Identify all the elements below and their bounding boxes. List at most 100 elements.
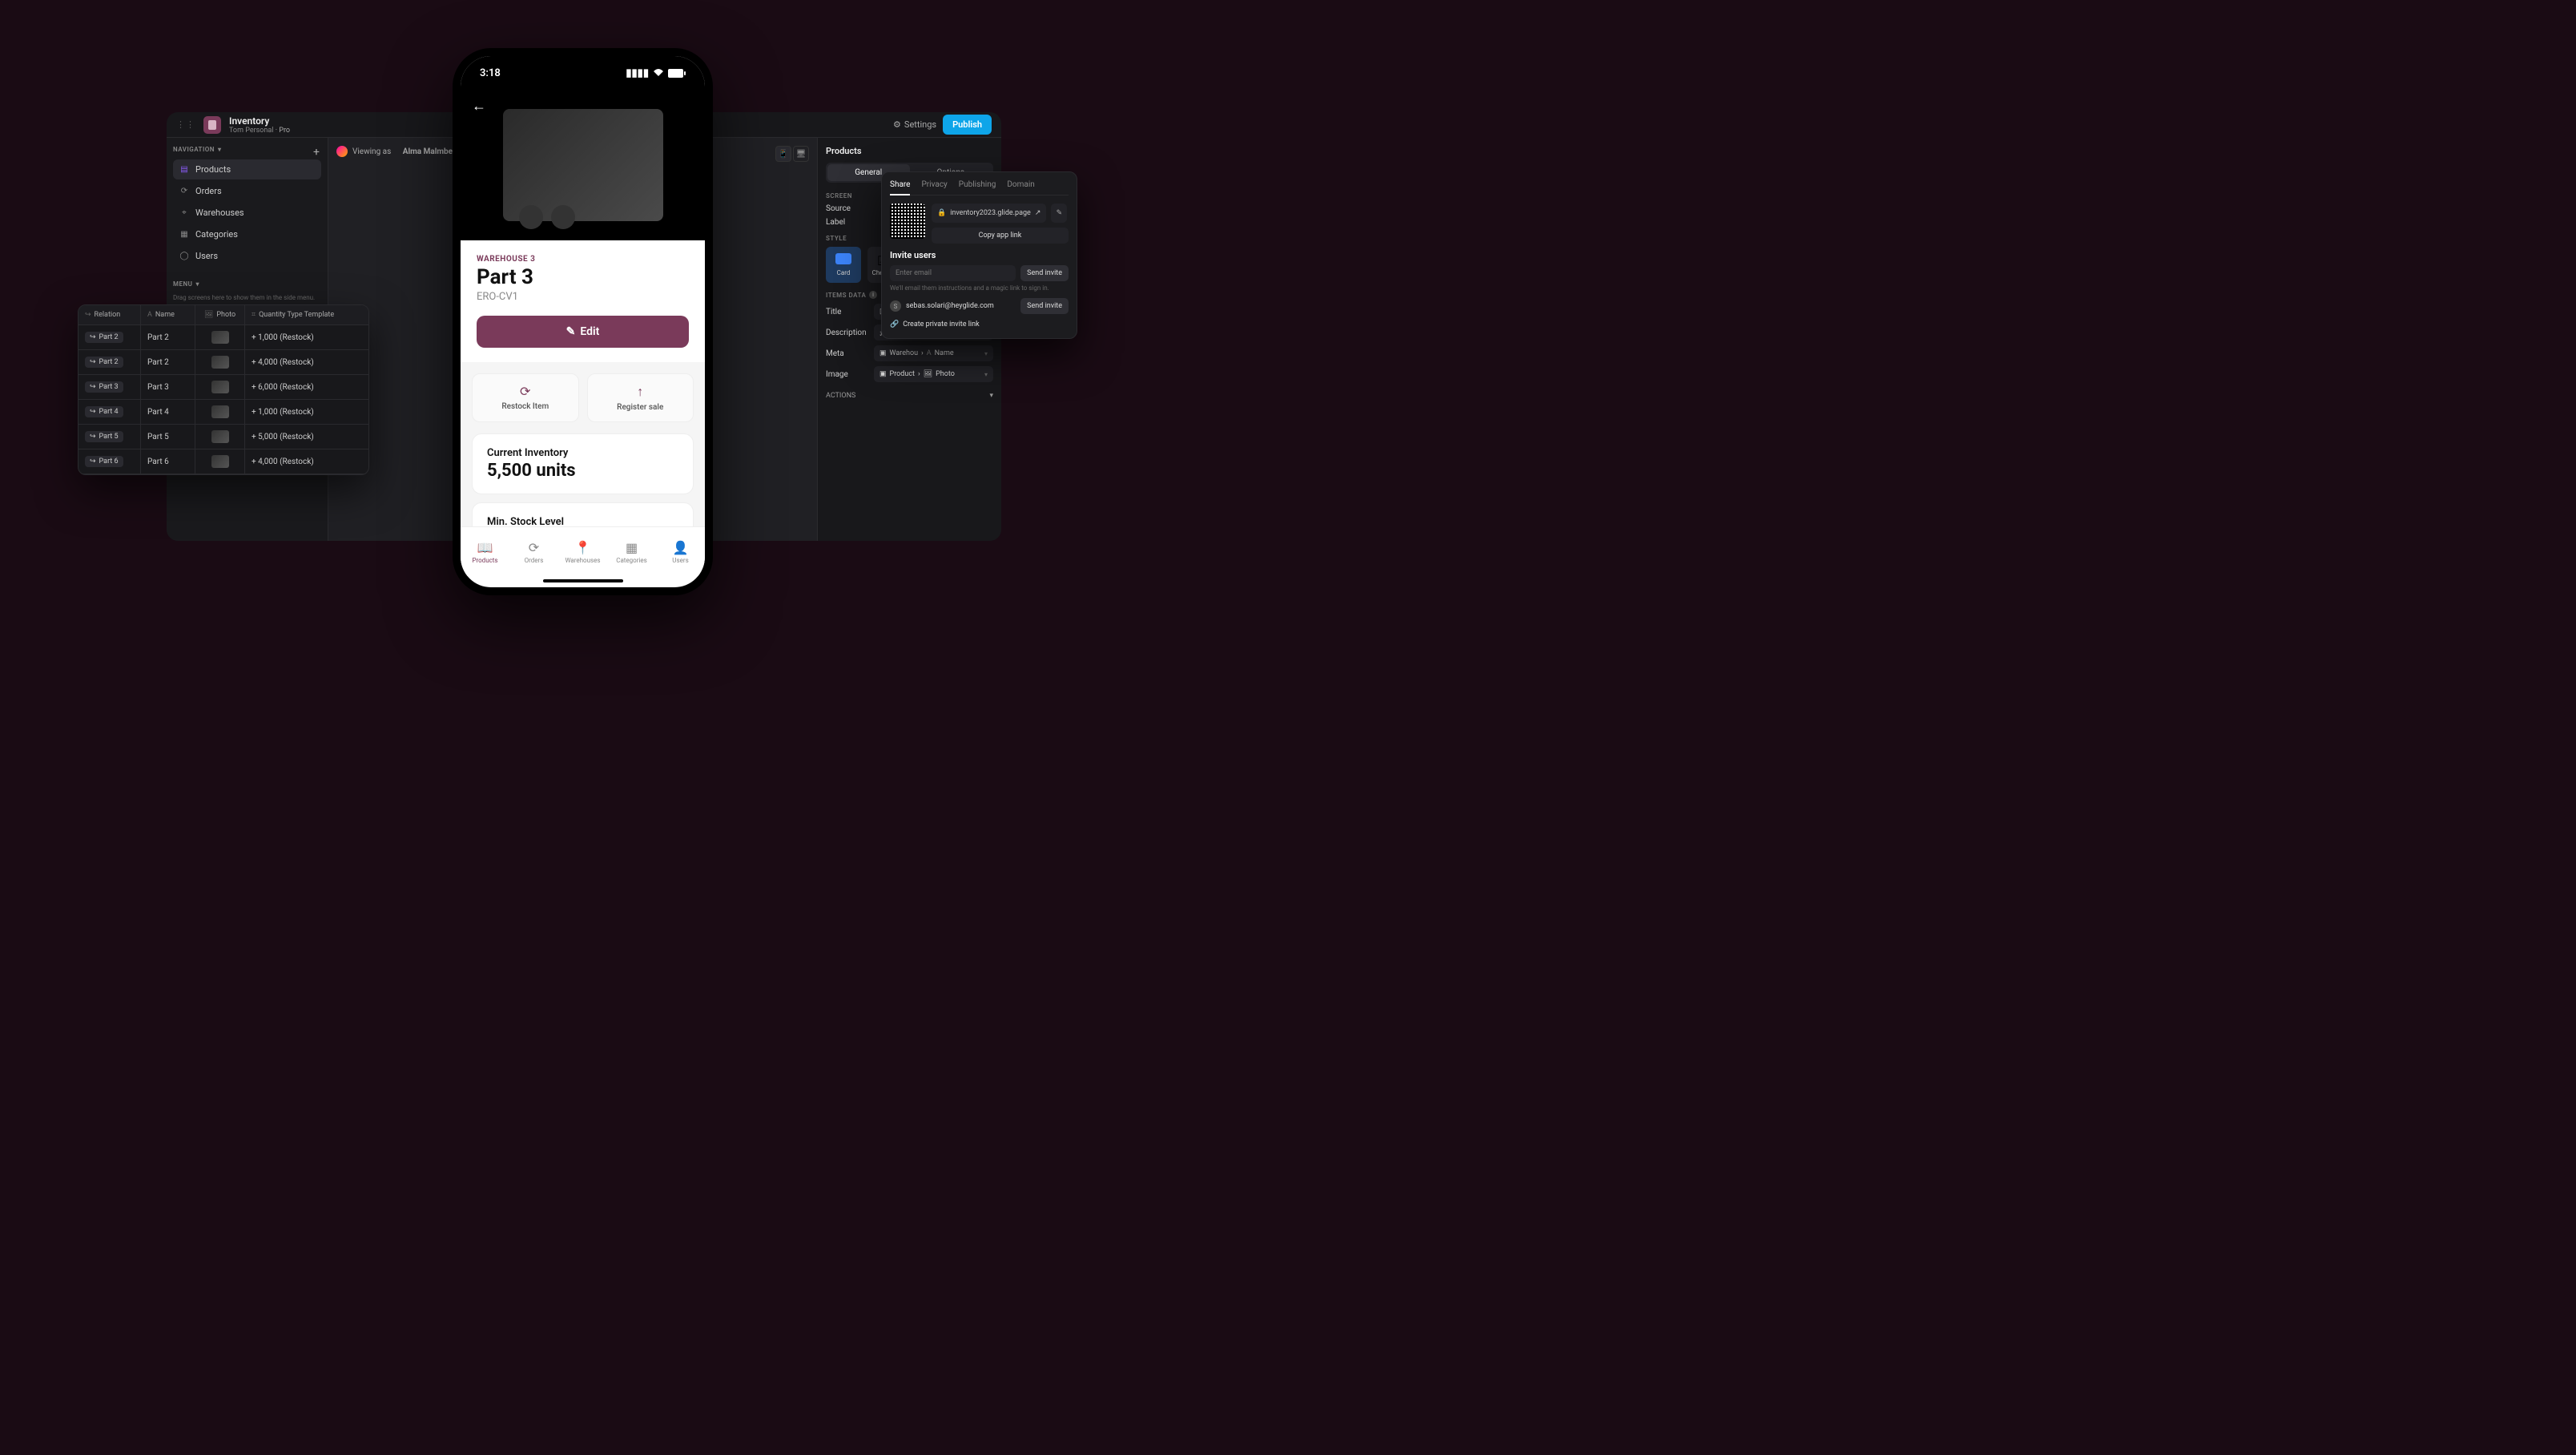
part-thumbnail bbox=[211, 405, 229, 418]
sidebar-item-warehouses[interactable]: ⌖ Warehouses bbox=[173, 203, 321, 223]
invite-hint: We'll email them instructions and a magi… bbox=[890, 284, 1069, 292]
table-header-photo[interactable]: 🖼Photo bbox=[195, 305, 245, 325]
tab-products[interactable]: 📖 Products bbox=[461, 527, 509, 576]
menu-hint: Drag screens here to show them in the si… bbox=[173, 294, 321, 301]
product-detail-header: WAREHOUSE 3 Part 3 ERO-CV1 ✎ Edit bbox=[461, 240, 705, 362]
signal-icon: ▮▮▮▮ bbox=[626, 67, 649, 79]
source-label: Source bbox=[826, 204, 874, 213]
phone-status-bar: 3:18 ▮▮▮▮ bbox=[461, 56, 705, 90]
resend-invite-button[interactable]: Send invite bbox=[1020, 298, 1069, 314]
drag-handle-icon[interactable]: ⋮⋮ bbox=[176, 119, 195, 130]
settings-button[interactable]: ⚙ Settings bbox=[893, 119, 936, 130]
table-row[interactable]: ↪Part 2Part 2+ 4,000 (Restock) bbox=[78, 350, 368, 375]
table-row[interactable]: ↪Part 2Part 2+ 1,000 (Restock) bbox=[78, 325, 368, 350]
data-table-overlay: ↪Relation AName 🖼Photo ⌗Quantity Type Te… bbox=[78, 304, 369, 475]
relation-icon: ↪ bbox=[85, 311, 91, 319]
product-hero: ← bbox=[461, 90, 705, 240]
wifi-icon bbox=[652, 68, 665, 78]
grid-icon: ▦ bbox=[626, 540, 638, 555]
tab-users[interactable]: 👤 Users bbox=[656, 527, 705, 576]
edit-button[interactable]: ✎ Edit bbox=[477, 316, 689, 348]
copy-link-button[interactable]: Copy app link bbox=[932, 228, 1069, 244]
share-tab[interactable]: Share bbox=[890, 180, 910, 195]
open-link-icon[interactable]: ↗ bbox=[1035, 209, 1041, 217]
relation-icon: ↪ bbox=[90, 358, 96, 366]
tab-warehouses[interactable]: 📍 Warehouses bbox=[558, 527, 607, 576]
pending-invite-row: S sebas.solari@heyglide.com Send invite bbox=[890, 298, 1069, 314]
part-thumbnail bbox=[211, 356, 229, 369]
app-name: Inventory bbox=[229, 115, 290, 127]
domain-tab[interactable]: Domain bbox=[1007, 180, 1034, 195]
image-field-label: Image bbox=[826, 370, 874, 379]
meta-field-label: Meta bbox=[826, 349, 874, 358]
upload-icon: ↑ bbox=[637, 384, 643, 400]
style-card-card[interactable]: Card bbox=[826, 247, 861, 283]
qr-code bbox=[890, 204, 925, 239]
relation-icon: ↪ bbox=[90, 433, 96, 441]
label-label: Label bbox=[826, 218, 874, 227]
tab-categories[interactable]: ▦ Categories bbox=[607, 527, 656, 576]
card-style-icon bbox=[835, 253, 851, 264]
photo-icon: 🖼 bbox=[204, 311, 213, 319]
invite-users-heading: Invite users bbox=[890, 250, 1069, 260]
products-icon: ▤ bbox=[179, 165, 189, 175]
sidebar-item-users[interactable]: ◯ Users bbox=[173, 246, 321, 266]
sidebar-item-label: Categories bbox=[195, 229, 238, 240]
product-image bbox=[503, 109, 663, 221]
sidebar-item-products[interactable]: ▤ Products bbox=[173, 159, 321, 179]
sidebar-item-categories[interactable]: ▦ Categories bbox=[173, 224, 321, 244]
sidebar-item-label: Products bbox=[195, 164, 231, 175]
back-button[interactable]: ← bbox=[472, 98, 486, 115]
invite-email-input[interactable] bbox=[890, 265, 1016, 281]
desktop-device-button[interactable]: 🖥 bbox=[793, 146, 809, 162]
sidebar-item-orders[interactable]: ⟳ Orders bbox=[173, 181, 321, 201]
table-header-relation[interactable]: ↪Relation bbox=[78, 305, 141, 325]
meta-field-select[interactable]: ▣ Warehou› A Name ▾ bbox=[874, 345, 993, 361]
app-title-block: Inventory Tom Personal · Pro bbox=[229, 115, 290, 135]
relation-icon: ↪ bbox=[90, 457, 96, 466]
relation-icon: ↪ bbox=[90, 408, 96, 416]
table-row[interactable]: ↪Part 4Part 4+ 1,000 (Restock) bbox=[78, 400, 368, 425]
table-row[interactable]: ↪Part 3Part 3+ 6,000 (Restock) bbox=[78, 375, 368, 400]
title-field-label: Title bbox=[826, 308, 874, 316]
edit-url-button[interactable]: ✎ bbox=[1051, 204, 1067, 223]
text-icon: A bbox=[147, 311, 152, 319]
chevron-down-icon: ▾ bbox=[989, 392, 993, 400]
create-private-link-button[interactable]: 🔗 Create private invite link bbox=[890, 320, 1069, 328]
table-row[interactable]: ↪Part 6Part 6+ 4,000 (Restock) bbox=[78, 449, 368, 474]
part-thumbnail bbox=[211, 381, 229, 393]
sync-icon: ⟳ bbox=[529, 540, 539, 555]
sidebar-item-label: Warehouses bbox=[195, 208, 244, 218]
part-thumbnail bbox=[211, 331, 229, 344]
sidebar-item-label: Users bbox=[195, 251, 218, 261]
restock-button[interactable]: ⟳ Restock Item bbox=[472, 373, 579, 422]
folder-icon: ▣ bbox=[879, 349, 887, 357]
relation-icon: ↪ bbox=[90, 383, 96, 391]
categories-icon: ▦ bbox=[179, 230, 189, 240]
pending-email: sebas.solari@heyglide.com bbox=[906, 302, 1016, 310]
publish-button[interactable]: Publish bbox=[943, 115, 992, 135]
mobile-device-button[interactable]: 📱 bbox=[775, 146, 791, 162]
app-url: inventory2023.glide.page bbox=[950, 209, 1031, 217]
table-header-name[interactable]: AName bbox=[141, 305, 195, 325]
link-icon: 🔗 bbox=[890, 320, 899, 328]
actions-section[interactable]: ACTIONS ▾ bbox=[826, 387, 993, 405]
register-sale-button[interactable]: ↑ Register sale bbox=[587, 373, 694, 422]
privacy-tab[interactable]: Privacy bbox=[921, 180, 947, 195]
pencil-icon: ✎ bbox=[566, 325, 576, 338]
phone-mockup: 3:18 ▮▮▮▮ ← WAREHOUSE 3 Part 3 ERO-CV1 bbox=[453, 48, 713, 595]
avatar-icon bbox=[336, 146, 348, 157]
table-header-quantity[interactable]: ⌗Quantity Type Template bbox=[245, 305, 368, 325]
viewing-as-chip[interactable]: Viewing as Alma Malmberg ▾ bbox=[336, 146, 469, 157]
warehouses-icon: ⌖ bbox=[179, 208, 189, 218]
table-row[interactable]: ↪Part 5Part 5+ 5,000 (Restock) bbox=[78, 425, 368, 449]
image-field-select[interactable]: ▣ Product› 🖼 Photo ▾ bbox=[874, 366, 993, 382]
tab-orders[interactable]: ⟳ Orders bbox=[509, 527, 558, 576]
info-icon[interactable]: i bbox=[869, 291, 877, 299]
chevron-down-icon: ▾ bbox=[218, 146, 222, 153]
send-invite-button[interactable]: Send invite bbox=[1020, 265, 1069, 281]
add-screen-button[interactable]: + bbox=[313, 146, 320, 159]
min-stock-card: Min. Stock Level 5,000 units bbox=[472, 502, 694, 526]
publishing-tab[interactable]: Publishing bbox=[959, 180, 996, 195]
phone-tabbar: 📖 Products ⟳ Orders 📍 Warehouses ▦ Categ… bbox=[461, 526, 705, 576]
